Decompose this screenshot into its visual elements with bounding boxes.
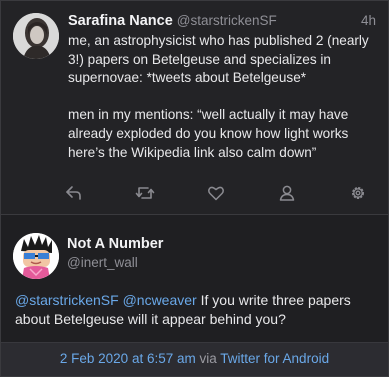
author-name[interactable]: Sarafina Nance	[68, 13, 173, 29]
author-handle[interactable]: @inert_wall	[67, 255, 138, 270]
profile-button[interactable]	[274, 181, 300, 205]
avatar[interactable]	[13, 233, 59, 279]
via-label: via	[199, 351, 217, 366]
author-name[interactable]: Not A Number	[67, 236, 163, 252]
tweet-window: Sarafina Nance @starstrickenSF 4h me, an …	[0, 0, 389, 377]
heart-icon	[207, 184, 225, 202]
tweet-timestamp[interactable]: 4h	[361, 13, 376, 28]
person-icon	[278, 184, 296, 202]
reply-button[interactable]	[61, 181, 87, 205]
tweet-meta: 2 Feb 2020 at 6:57 am via Twitter for An…	[1, 342, 388, 376]
author-handle[interactable]: @starstrickenSF	[177, 13, 277, 28]
tweet-text-paragraph-2: men in my mentions: “well actually it ma…	[68, 107, 349, 160]
client-link[interactable]: Twitter for Android	[220, 351, 329, 366]
tweet-text: me, an astrophysicist who has published …	[68, 32, 383, 162]
mention-link[interactable]: @starstrickenSF	[15, 292, 119, 308]
settings-button[interactable]	[345, 181, 371, 205]
retweet-button[interactable]	[132, 181, 158, 205]
reply-arrow-icon	[65, 184, 83, 202]
like-button[interactable]	[203, 181, 229, 205]
tweet-header: Sarafina Nance @starstrickenSF 4h	[68, 12, 378, 32]
tweet-date-link[interactable]: 2 Feb 2020 at 6:57 am	[60, 351, 196, 366]
gear-icon	[349, 184, 367, 202]
tweet-actions	[61, 181, 371, 205]
tweet[interactable]: Sarafina Nance @starstrickenSF 4h me, an …	[1, 1, 388, 214]
reply-tweet[interactable]: Not A Number @inert_wall @starstrickenSF…	[1, 215, 388, 376]
avatar[interactable]	[13, 13, 59, 59]
mention-link[interactable]: @ncweaver	[123, 292, 197, 308]
reply-text: @starstrickenSF @ncweaver If you write t…	[15, 291, 380, 329]
tweet-text-paragraph-1: me, an astrophysicist who has published …	[68, 33, 369, 86]
retweet-icon	[135, 184, 155, 202]
